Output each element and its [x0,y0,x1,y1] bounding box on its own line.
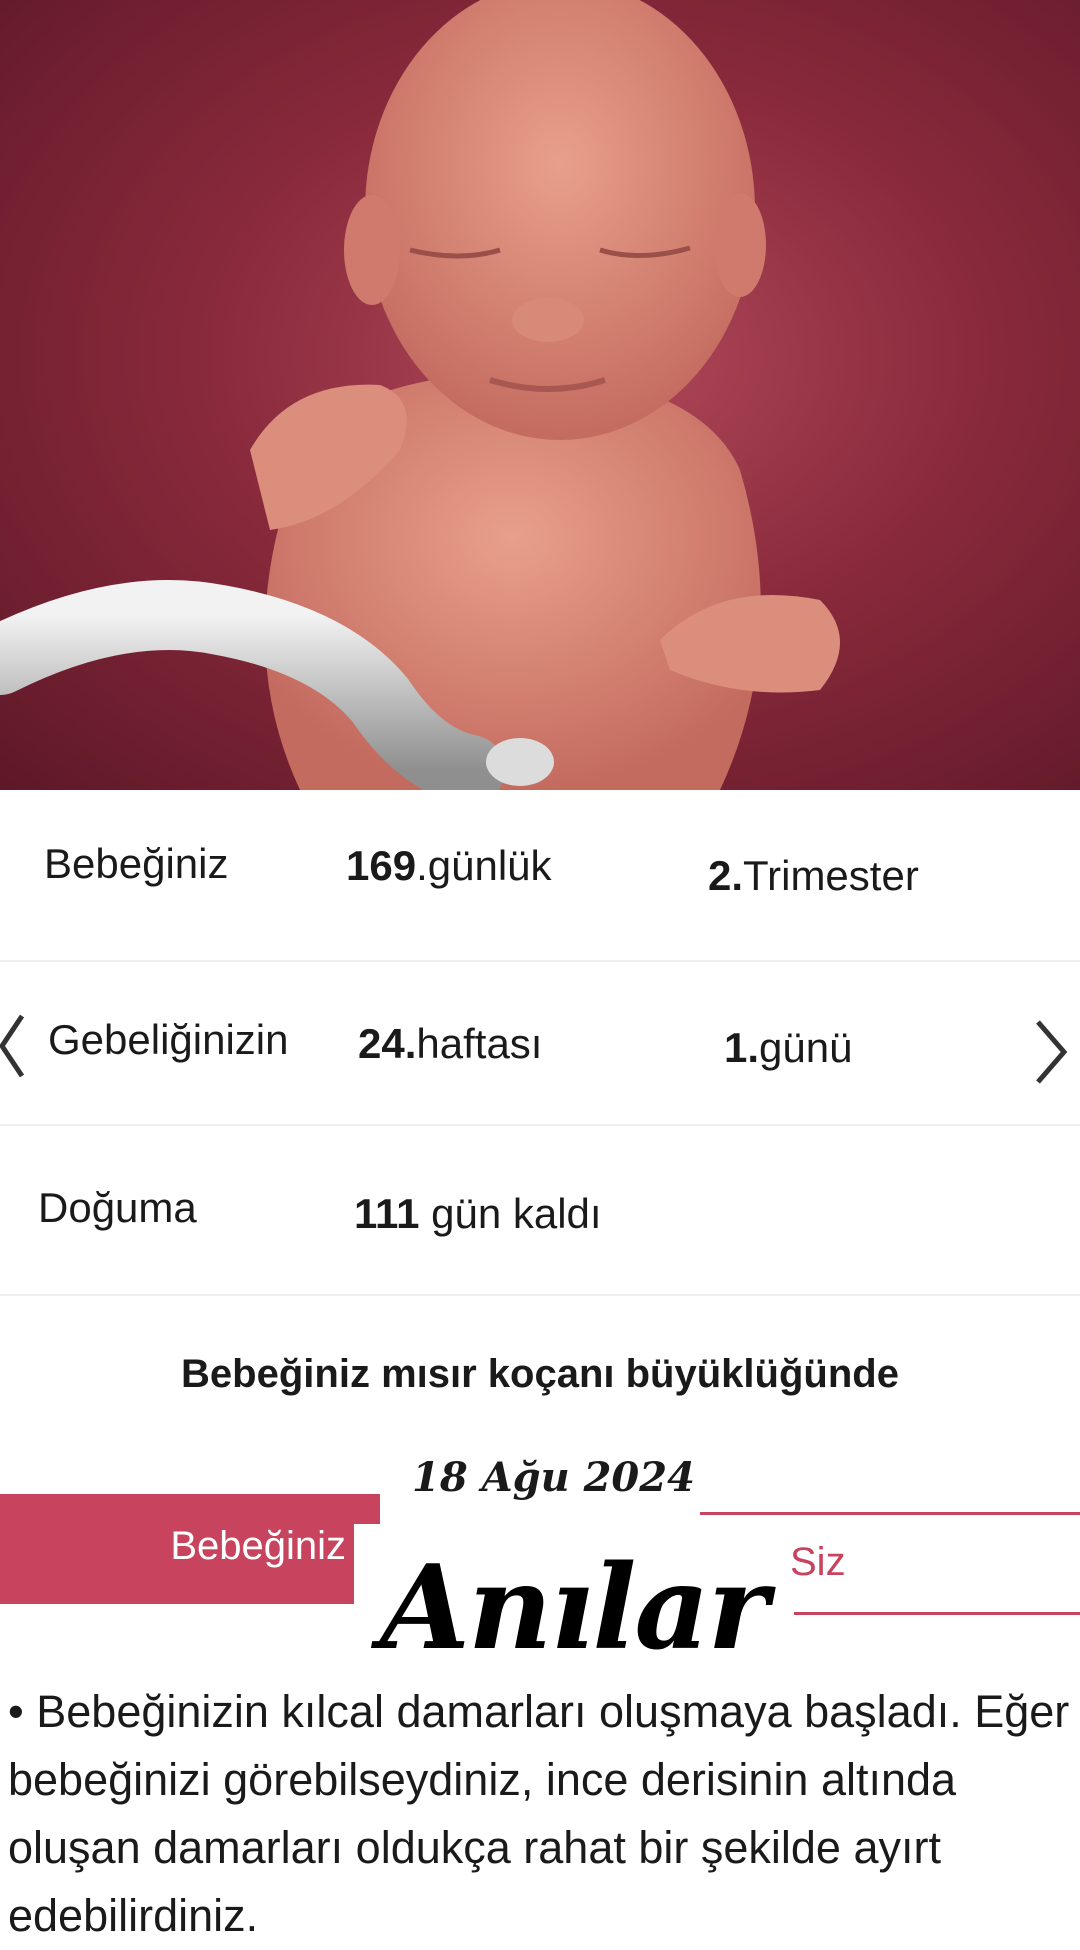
week-label: Gebeliğinizin [48,1016,289,1063]
chevron-left-icon[interactable] [0,1006,40,1086]
age-label: Bebeğiniz [44,840,229,887]
baby-size-title: Bebeğiniz mısır koçanı büyüklüğünde [181,1352,899,1396]
trimester-value: 2.Trimester [708,852,919,899]
tab-you[interactable]: Siz [790,1540,846,1585]
day-value: 1.günü [724,1024,853,1071]
chevron-right-icon[interactable] [1028,1012,1076,1092]
due-value: 111 gün kaldı [354,1190,602,1237]
due-row: Doğuma 111 gün kaldı [0,1134,1080,1296]
overlay-date: 18 Ağu 2024 [412,1454,695,1501]
tab-divider-top [700,1512,1080,1515]
body-text: • Bebeğinizin kılcal damarları oluşmaya … [8,1686,1070,1941]
week-row: Gebeliğinizin 24.haftası 1.günü [0,964,1080,1126]
week-value: 24.haftası [358,1020,543,1067]
age-row: Bebeğiniz 169.günlük 2.Trimester [0,800,1080,962]
fetus-illustration [0,0,1080,790]
overlay-title: Anılar [380,1540,769,1676]
due-label: Doğuma [38,1184,197,1231]
tab-baby[interactable]: Bebeğiniz [0,1494,380,1604]
tab-baby-label: Bebeğiniz [170,1524,346,1568]
age-days: 169.günlük [346,842,552,889]
tab-divider-bottom [784,1612,1080,1615]
